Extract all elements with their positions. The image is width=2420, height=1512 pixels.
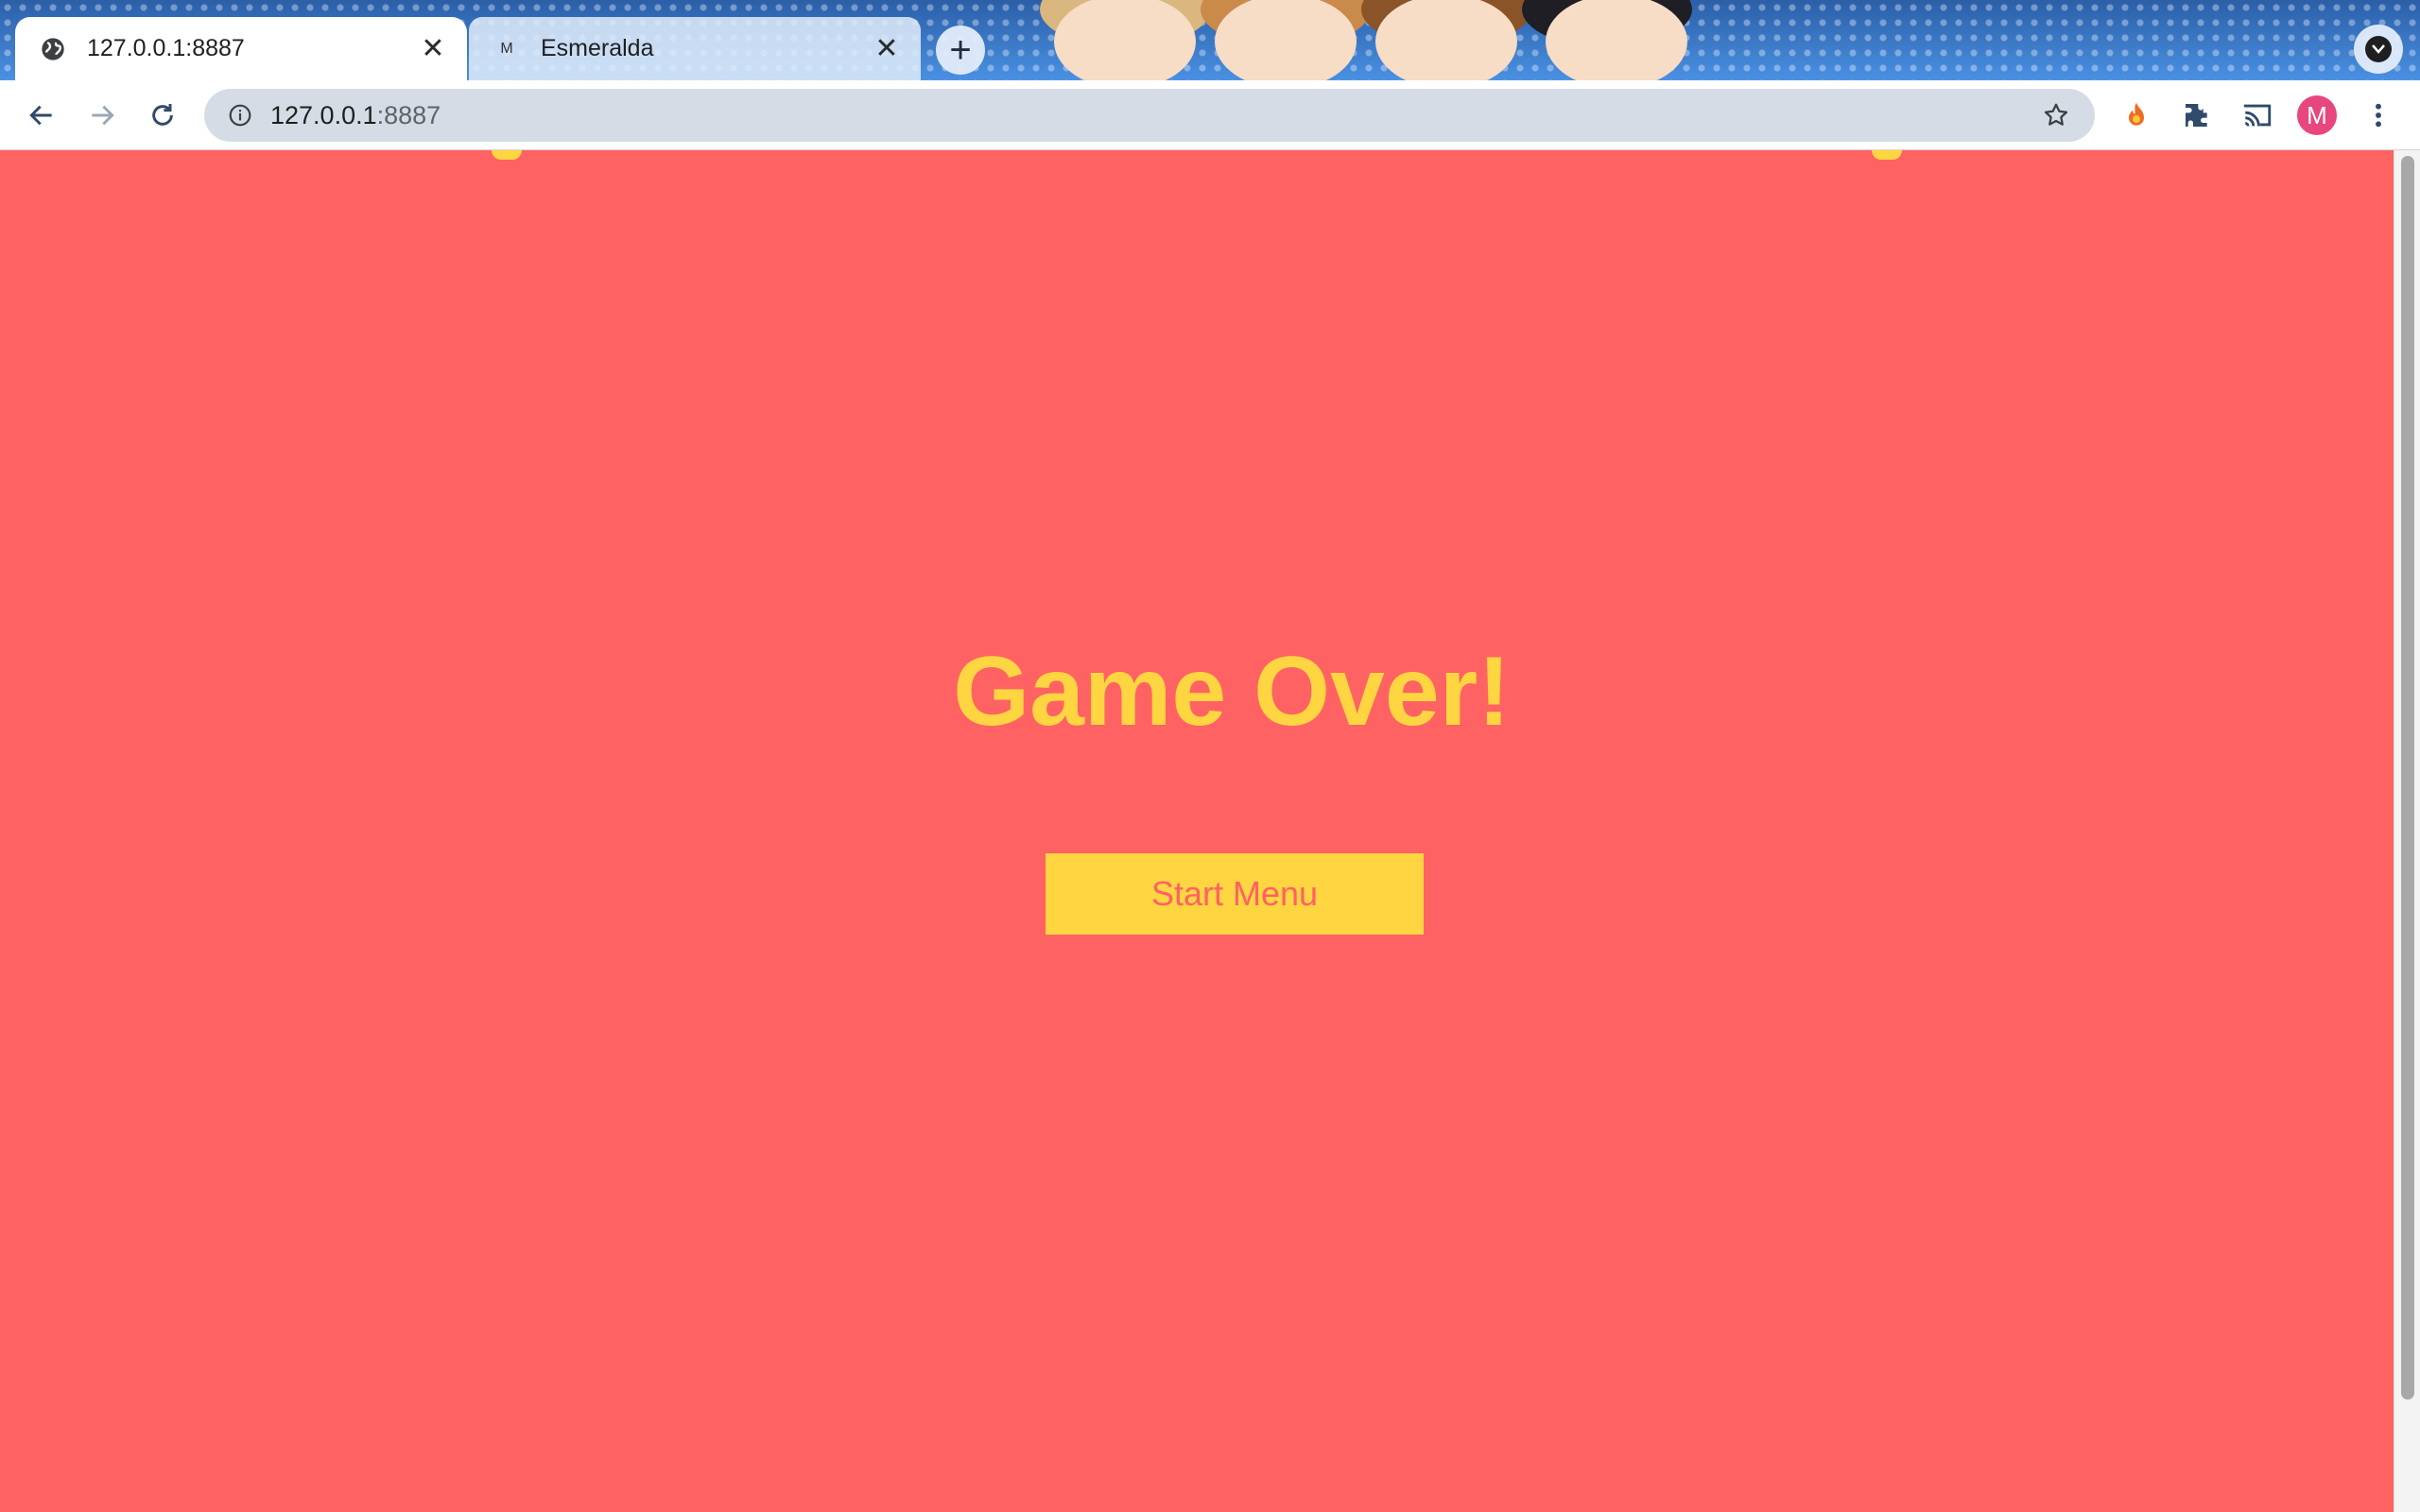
globe-icon: [40, 36, 66, 62]
decoration: [492, 150, 522, 160]
star-icon[interactable]: [2040, 99, 2072, 131]
info-icon[interactable]: [227, 102, 253, 129]
url-text: 127.0.0.1:8887: [270, 101, 2040, 130]
close-icon[interactable]: ✕: [418, 33, 448, 64]
url-port: :8887: [376, 100, 441, 129]
avatar[interactable]: M: [2297, 95, 2337, 135]
page-title: Game Over!: [953, 637, 1511, 747]
close-icon[interactable]: ✕: [872, 33, 902, 64]
reload-icon[interactable]: [140, 93, 185, 138]
forward-arrow-icon[interactable]: [79, 93, 125, 138]
gmail-m-icon: M: [500, 40, 513, 57]
scrollbar[interactable]: [2394, 150, 2420, 1512]
flame-extension-icon[interactable]: [2114, 93, 2159, 138]
scrollbar-thumb[interactable]: [2401, 156, 2414, 1400]
tab-inactive[interactable]: M Esmeralda ✕: [469, 17, 921, 80]
tab-active[interactable]: 127.0.0.1:8887 ✕: [15, 17, 467, 80]
plus-icon[interactable]: +: [936, 26, 985, 75]
address-bar[interactable]: 127.0.0.1:8887: [204, 89, 2095, 142]
back-arrow-icon[interactable]: [19, 93, 64, 138]
tab-search-icon[interactable]: [2354, 25, 2403, 74]
tab-title: Esmeralda: [541, 35, 654, 61]
cast-icon[interactable]: [2235, 93, 2280, 138]
more-vert-icon[interactable]: [2356, 93, 2401, 138]
start-menu-button[interactable]: Start Menu: [1046, 853, 1424, 935]
page-viewport: [0, 150, 2394, 1512]
tab-title: 127.0.0.1:8887: [87, 35, 245, 61]
theme-artwork: [1030, 0, 1730, 80]
url-host: 127.0.0.1: [270, 100, 377, 129]
tab-strip: 127.0.0.1:8887 ✕ M Esmeralda ✕ +: [0, 0, 2420, 80]
decoration: [1872, 150, 1902, 160]
puzzle-extensions-icon[interactable]: [2174, 93, 2220, 138]
browser-toolbar: 127.0.0.1:8887 M: [0, 80, 2420, 150]
